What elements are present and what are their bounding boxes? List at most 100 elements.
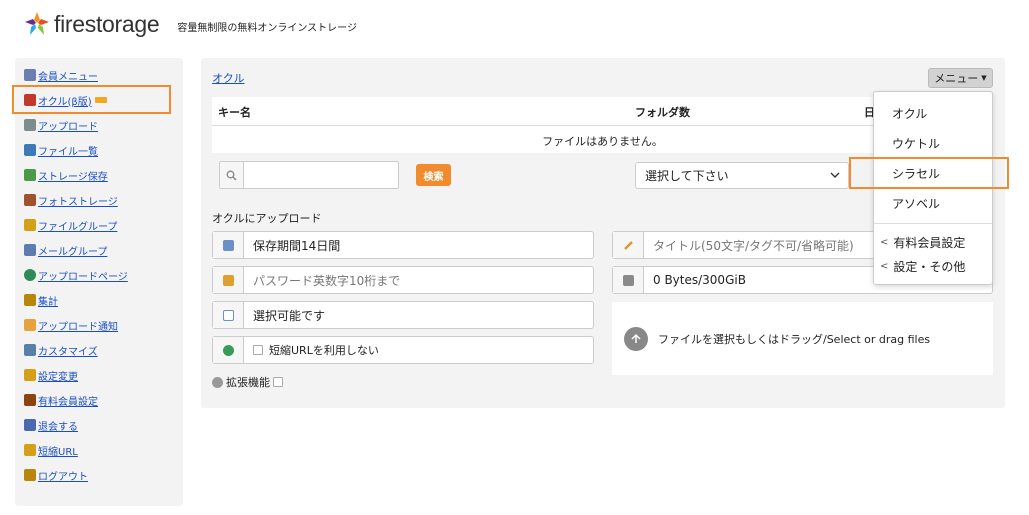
sidebar-item-label[interactable]: カスタマイズ xyxy=(38,343,98,358)
lock-icon xyxy=(213,267,244,293)
file-list-icon xyxy=(24,144,36,156)
search-box xyxy=(219,161,399,189)
sidebar-item-label[interactable]: ファイルグループ xyxy=(38,218,117,233)
drop-zone-text: ファイルを選択もしくはドラッグ/Select or drag files xyxy=(658,332,931,346)
option-select-field[interactable]: 選択可能です xyxy=(212,301,594,329)
premium-member-icon xyxy=(24,394,36,406)
sidebar-item-label[interactable]: 退会する xyxy=(38,418,78,433)
highlight-box-shiraseru xyxy=(849,157,1009,189)
menu-item-okuru[interactable]: オクル xyxy=(892,105,927,122)
sidebar-item-file-group[interactable]: ファイルグループ xyxy=(24,217,117,233)
sidebar-item-logout[interactable]: ログアウト xyxy=(24,467,88,483)
chevron-left-icon: < xyxy=(880,237,889,248)
sidebar-item-customize[interactable]: カスタマイズ xyxy=(24,342,98,358)
sidebar-item-label[interactable]: ログアウト xyxy=(38,468,88,483)
short-url-field: 短縮URLを利用しない xyxy=(212,336,594,364)
logo-text[interactable]: firestorage xyxy=(54,11,160,38)
calendar-icon xyxy=(213,232,244,258)
wrench-icon xyxy=(24,344,36,356)
caret-down-icon: ▼ xyxy=(981,74,987,82)
short-url-option[interactable]: 短縮URLを利用しない xyxy=(244,337,593,363)
search-input[interactable] xyxy=(244,162,398,188)
sidebar-item-label[interactable]: 設定変更 xyxy=(38,368,78,383)
short-url-label: 短縮URLを利用しない xyxy=(269,344,379,357)
sidebar-item-storage[interactable]: ストレージ保存 xyxy=(24,167,108,183)
password-input[interactable]: パスワード英数字10桁まで xyxy=(244,267,593,293)
sidebar-item-leave[interactable]: 退会する xyxy=(24,417,78,433)
sidebar-item-upload-notify[interactable]: アップロード通知 xyxy=(24,317,118,333)
sidebar-item-settings[interactable]: 設定変更 xyxy=(24,367,78,383)
sidebar-item-label[interactable]: ファイル一覧 xyxy=(38,143,98,158)
chevron-down-icon xyxy=(830,170,840,183)
sidebar-item-upload-page[interactable]: アップロードページ xyxy=(24,267,128,283)
upload-arrow-icon xyxy=(624,326,648,351)
col-header-key: キー名 xyxy=(218,106,251,119)
highlight-box-okuru xyxy=(12,85,171,114)
sidebar-item-mail-group[interactable]: メールグループ xyxy=(24,242,107,258)
sidebar: 会員メニュー オクル(β版) アップロード ファイル一覧 ストレージ保存 フォト… xyxy=(15,58,183,506)
extension-label: 拡張機能 xyxy=(226,376,270,389)
menu-button[interactable]: メニュー ▼ xyxy=(928,68,993,88)
mail-icon xyxy=(213,302,244,328)
sidebar-item-premium-settings[interactable]: 有料会員設定 xyxy=(24,392,98,408)
menu-item-asoberu[interactable]: アソベル xyxy=(892,195,940,212)
upload-section-title: オクルにアップロード xyxy=(212,212,322,225)
option-select-value: 選択可能です xyxy=(253,308,326,323)
calculator-icon xyxy=(613,267,644,293)
sidebar-item-upload[interactable]: アップロード xyxy=(24,117,98,133)
password-field[interactable]: パスワード英数字10桁まで xyxy=(212,266,594,294)
sidebar-item-label[interactable]: メールグループ xyxy=(38,243,107,258)
mail-group-icon xyxy=(24,244,36,256)
breadcrumb-okuru[interactable]: オクル xyxy=(212,70,244,86)
retention-period-value: 保存期間14日間 xyxy=(253,238,341,253)
extension-checkbox[interactable] xyxy=(273,377,283,387)
bell-icon xyxy=(24,319,36,331)
globe-icon xyxy=(24,269,36,281)
menu-item-premium-settings[interactable]: < 有料会員設定 xyxy=(880,234,965,251)
short-url-checkbox[interactable] xyxy=(253,345,263,355)
col-header-folders: フォルダ数 xyxy=(635,106,690,119)
search-button[interactable]: 検索 xyxy=(416,164,451,186)
sidebar-item-label[interactable]: アップロード xyxy=(38,118,98,133)
gear-icon xyxy=(212,376,223,388)
chart-icon xyxy=(24,294,36,306)
sidebar-item-label[interactable]: 有料会員設定 xyxy=(38,393,98,408)
site-header: firestorage 容量無制限の無料オンラインストレージ xyxy=(24,8,357,40)
globe-add-icon xyxy=(213,337,244,363)
firestorage-logo-icon[interactable] xyxy=(24,11,50,37)
retention-period-field[interactable]: 保存期間14日間 xyxy=(212,231,594,259)
sidebar-item-label[interactable]: 短縮URL xyxy=(38,443,78,458)
menu-button-label: メニュー xyxy=(934,72,979,85)
chevron-left-icon: < xyxy=(880,261,889,272)
sidebar-item-label[interactable]: ストレージ保存 xyxy=(38,168,108,183)
menu-item-label: 設定・その他 xyxy=(893,260,966,274)
menu-divider xyxy=(874,223,992,224)
short-url-icon xyxy=(24,444,36,456)
sidebar-item-label[interactable]: アップロード通知 xyxy=(38,318,118,333)
sidebar-item-label[interactable]: アップロードページ xyxy=(38,268,128,283)
sidebar-item-member-menu[interactable]: 会員メニュー xyxy=(24,67,98,83)
sidebar-item-photo-storage[interactable]: フォトストレージ xyxy=(24,192,118,208)
tagline: 容量無制限の無料オンラインストレージ xyxy=(177,22,357,34)
sidebar-item-label[interactable]: フォトストレージ xyxy=(38,193,118,208)
key-icon xyxy=(24,369,36,381)
file-drop-zone[interactable]: ファイルを選択もしくはドラッグ/Select or drag files xyxy=(612,302,993,375)
member-icon xyxy=(24,69,36,81)
filter-select-value: 選択して下さい xyxy=(645,169,729,183)
storage-icon xyxy=(24,169,36,181)
sidebar-item-label[interactable]: 集計 xyxy=(38,293,58,308)
sidebar-item-file-list[interactable]: ファイル一覧 xyxy=(24,142,98,158)
sidebar-item-stats[interactable]: 集計 xyxy=(24,292,58,308)
search-icon xyxy=(220,162,244,188)
sidebar-item-short-url[interactable]: 短縮URL xyxy=(24,442,78,458)
file-group-icon xyxy=(24,219,36,231)
logout-icon xyxy=(24,469,36,481)
leave-icon xyxy=(24,419,36,431)
filter-select[interactable]: 選択して下さい xyxy=(635,162,849,189)
menu-item-uketoru[interactable]: ウケトル xyxy=(892,135,940,152)
extension-toggle[interactable]: 拡張機能 xyxy=(212,374,289,390)
upload-icon xyxy=(24,119,36,131)
sidebar-item-label[interactable]: 会員メニュー xyxy=(38,68,98,83)
pencil-icon xyxy=(613,232,644,258)
menu-item-settings-other[interactable]: < 設定・その他 xyxy=(880,258,965,275)
